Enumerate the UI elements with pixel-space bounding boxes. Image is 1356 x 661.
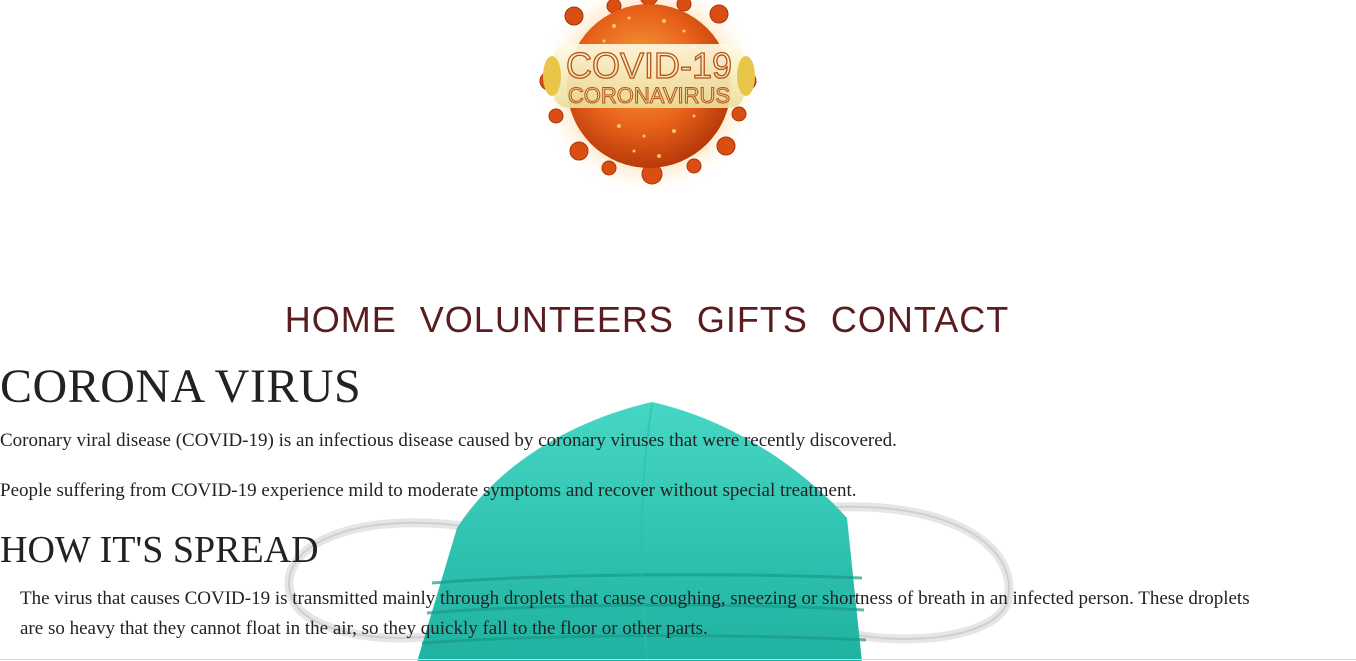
nav-home-link[interactable]: HOME <box>285 299 397 340</box>
nav-gifts-link[interactable]: GIFTS <box>697 299 808 340</box>
logo-title-line1: COVID-19 <box>566 45 732 86</box>
logo-title-line2: CORONAVIRUS <box>568 83 730 108</box>
intro-paragraph: Coronary viral disease (COVID-19) is an … <box>0 430 897 451</box>
bottom-divider <box>0 659 1356 660</box>
nav-volunteers-link[interactable]: VOLUNTEERS <box>420 299 674 340</box>
symptoms-paragraph: People suffering from COVID-19 experienc… <box>0 480 857 501</box>
spread-paragraph: The virus that causes COVID-19 is transm… <box>20 588 1250 639</box>
nav-contact-link[interactable]: CONTACT <box>831 299 1009 340</box>
covid19-logo: COVID-19 CORONAVIRUS <box>534 0 764 191</box>
virus-logo-image: COVID-19 CORONAVIRUS <box>537 0 761 191</box>
page-title: CORONA VIRUS <box>0 360 362 413</box>
section-heading-spread: HOW IT'S SPREAD <box>0 529 319 571</box>
main-nav: HOME VOLUNTEERS GIFTS CONTACT <box>0 296 1294 344</box>
